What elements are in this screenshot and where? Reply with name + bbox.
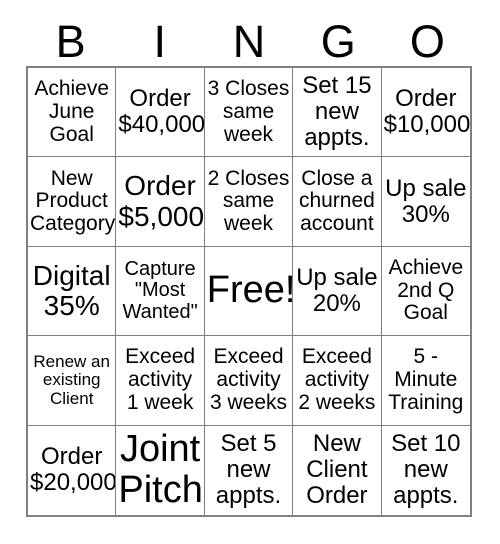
bingo-cell[interactable]: Order $10,000: [381, 68, 470, 158]
bingo-cell-label: Up sale 20%: [296, 264, 378, 317]
bingo-cell-label: Order $5,000: [118, 170, 205, 232]
bingo-cell[interactable]: Up sale 30%: [381, 157, 470, 247]
bingo-cell[interactable]: Close a churned account: [293, 157, 382, 247]
bingo-cell[interactable]: Exceed activity 3 weeks: [204, 336, 294, 426]
bingo-card: B I N G O Achieve June Goal Order $40,000…: [0, 0, 500, 544]
bingo-cell-label: Achieve June Goal: [34, 77, 110, 146]
bingo-cell[interactable]: Renew an existing Client: [28, 336, 117, 426]
bingo-cell-label: New Product Category: [30, 166, 116, 235]
bingo-cell[interactable]: Set 15 new appts.: [293, 68, 382, 158]
bingo-cell-label: Joint Pitch: [118, 428, 203, 512]
bingo-cell-label: 3 Closes same week: [207, 77, 290, 146]
bingo-cell[interactable]: Capture "Most Wanted": [116, 246, 205, 337]
bingo-cell-label: Exceed activity 1 week: [125, 345, 196, 414]
bingo-cell[interactable]: Free!: [204, 246, 294, 337]
bingo-cell[interactable]: Order $5,000: [116, 157, 205, 247]
bingo-cell[interactable]: New Product Category: [28, 157, 117, 247]
header-letter-g: G: [320, 16, 356, 67]
header-letter-i: I: [153, 16, 167, 67]
bingo-cell[interactable]: Exceed activity 2 weeks: [293, 336, 382, 426]
bingo-cell[interactable]: Order $40,000: [116, 68, 205, 158]
bingo-cell-label: Renew an existing Client: [33, 351, 110, 408]
bingo-cell[interactable]: Set 10 new appts.: [381, 425, 470, 515]
bingo-cell[interactable]: Order $20,000: [28, 425, 117, 515]
bingo-cell-label: 5 - Minute Training: [388, 345, 464, 414]
bingo-grid: Achieve June Goal Order $40,000 3 Closes s…: [26, 66, 472, 517]
bingo-cell[interactable]: Digital 35%: [28, 246, 117, 337]
bingo-cell-label: Achieve 2nd Q Goal: [388, 255, 464, 325]
bingo-cell-label: Exceed activity 2 weeks: [298, 345, 376, 414]
bingo-cell-label: 2 Closes same week: [207, 166, 290, 235]
bingo-cell[interactable]: Up sale 20%: [293, 246, 382, 337]
bingo-cell[interactable]: 3 Closes same week: [204, 68, 294, 158]
header-letter-b: B: [55, 16, 86, 67]
bingo-cell[interactable]: Joint Pitch: [116, 425, 205, 515]
bingo-cell-label: Order $20,000: [30, 443, 117, 497]
bingo-cell-label: Order $10,000: [383, 85, 470, 139]
bingo-cell-label: Close a churned account: [298, 166, 375, 235]
bingo-cell[interactable]: 2 Closes same week: [204, 157, 294, 247]
bingo-cell-label: Digital 35%: [32, 259, 111, 321]
bingo-cell[interactable]: Set 5 new appts.: [204, 425, 294, 515]
bingo-cell-label: Set 10 new appts.: [391, 430, 461, 510]
bingo-cell-label: Set 5 new appts.: [215, 430, 282, 510]
bingo-cell-label: Set 15 new appts.: [302, 72, 372, 152]
bingo-cell[interactable]: Exceed activity 1 week: [116, 336, 205, 426]
bingo-header: B I N G O: [26, 18, 472, 66]
bingo-cell[interactable]: Achieve 2nd Q Goal: [381, 246, 470, 337]
bingo-cell-label: Order $40,000: [118, 85, 205, 139]
bingo-cell-label: New Client Order: [306, 430, 368, 510]
bingo-cell[interactable]: Achieve June Goal: [28, 68, 117, 158]
bingo-cell-label: Free!: [206, 269, 294, 312]
bingo-cell[interactable]: 5 - Minute Training: [381, 336, 470, 426]
header-letter-n: N: [232, 16, 266, 67]
bingo-cell-label: Capture "Most Wanted": [122, 257, 198, 323]
bingo-cell-label: Up sale 30%: [385, 174, 467, 228]
bingo-cell-label: Exceed activity 3 weeks: [209, 345, 288, 414]
bingo-cell[interactable]: New Client Order: [293, 425, 382, 515]
header-letter-o: O: [409, 16, 445, 67]
